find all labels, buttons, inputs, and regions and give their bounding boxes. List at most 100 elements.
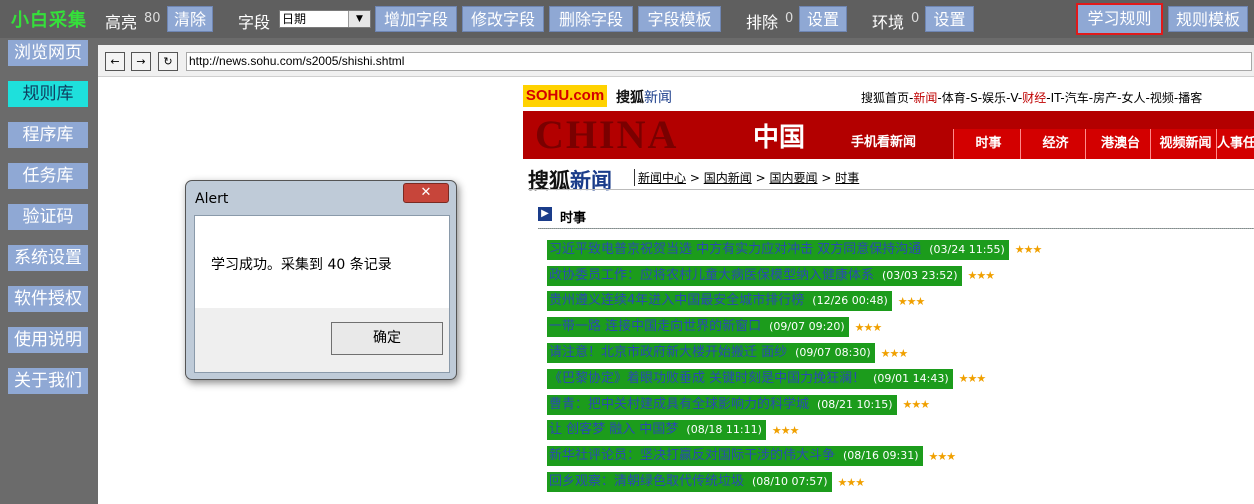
news-date: (09/07 09:20) bbox=[769, 320, 845, 334]
nav-link[interactable]: 女人 bbox=[1121, 91, 1145, 105]
highlight-count: 80 bbox=[144, 11, 161, 26]
rule-template-button[interactable]: 规则模板 bbox=[1168, 6, 1248, 32]
edit-field-button[interactable]: 修改字段 bbox=[462, 6, 544, 32]
breadcrumb: 新闻中心 > 国内新闻 > 国内要闻 > 时事 bbox=[634, 169, 859, 186]
sidebar-item-browse[interactable]: 浏览网页 bbox=[8, 40, 88, 66]
news-link[interactable]: 曹青：把中关村建成具有全球影响力的科学城 (08/21 10:15) bbox=[547, 394, 897, 415]
breadcrumb-link[interactable]: 国内要闻 bbox=[769, 171, 817, 185]
url-input[interactable]: http://news.sohu.com/s2005/shishi.shtml bbox=[186, 52, 1252, 71]
section-heading: 时事 bbox=[560, 211, 587, 226]
banner-zh-text: 中国 bbox=[753, 123, 806, 153]
close-icon[interactable]: ✕ bbox=[403, 183, 449, 203]
banner-tab[interactable]: 港澳台 bbox=[1085, 129, 1155, 159]
nav-link[interactable]: IT bbox=[1051, 91, 1061, 105]
alert-footer: 确定 bbox=[195, 308, 449, 372]
star-rating-icon: ★★★ bbox=[1014, 243, 1043, 257]
news-title: 请注意！北京市政府新大楼开始搬迁 面纱 bbox=[549, 345, 788, 361]
delete-field-button[interactable]: 删除字段 bbox=[549, 6, 633, 32]
sidebar-item-manual[interactable]: 使用说明 bbox=[8, 327, 88, 353]
breadcrumb-link[interactable]: 国内新闻 bbox=[704, 171, 752, 185]
list-item: 《巴黎协定》着眼功败垂成 关键时刻是中国力挽狂澜！ (09/01 14:43) ★★… bbox=[547, 366, 1041, 392]
nav-link[interactable]: 播客 bbox=[1178, 91, 1202, 105]
env-settings-button[interactable]: 设置 bbox=[925, 6, 974, 32]
refresh-icon[interactable]: ↻ bbox=[158, 52, 178, 71]
exclude-settings-button[interactable]: 设置 bbox=[799, 6, 847, 32]
news-date: (09/07 08:30) bbox=[795, 346, 871, 360]
news-link[interactable]: 贵州遵义连续4年进入中国最安全城市排行榜 (12/26 00:48) bbox=[547, 291, 892, 312]
breadcrumb-separator: > bbox=[689, 171, 700, 185]
clear-button[interactable]: 清除 bbox=[167, 6, 213, 32]
learn-rules-button[interactable]: 学习规则 bbox=[1076, 3, 1163, 35]
nav-link[interactable]: S bbox=[970, 91, 978, 105]
nav-link[interactable]: V bbox=[1010, 91, 1018, 105]
banner-tab[interactable]: 视频新闻 bbox=[1150, 129, 1220, 159]
sohu-logo[interactable]: SOHU.com bbox=[523, 85, 607, 107]
nav-link[interactable]: 视频 bbox=[1150, 91, 1174, 105]
news-date: (03/24 11:55) bbox=[929, 242, 1005, 256]
sidebar-item-rules[interactable]: 规则库 bbox=[8, 81, 88, 107]
star-rating-icon: ★★★ bbox=[928, 449, 957, 463]
highlight-label: 高亮 bbox=[105, 13, 138, 32]
banner-tab[interactable]: 经济 bbox=[1020, 129, 1090, 159]
back-arrow-icon[interactable]: ← bbox=[105, 52, 125, 71]
news-date: (03/03 23:52) bbox=[882, 268, 958, 282]
sidebar-item-license[interactable]: 软件授权 bbox=[8, 286, 88, 312]
sidebar-item-settings[interactable]: 系统设置 bbox=[8, 245, 88, 271]
top-nav-links: 搜狐首页-新闻-体育-S-娱乐-V-财经-IT-汽车-房产-女人-视频-播客 bbox=[861, 91, 1203, 105]
chevron-down-icon[interactable]: ▼ bbox=[348, 11, 370, 27]
alert-body: 学习成功。采集到 40 条记录 确定 bbox=[194, 215, 450, 373]
news-link[interactable]: 《巴黎协定》着眼功败垂成 关键时刻是中国力挽狂澜！ (09/01 14:43) bbox=[547, 368, 953, 389]
news-date: (08/18 11:11) bbox=[686, 423, 762, 437]
alert-dialog: Alert ✕ 学习成功。采集到 40 条记录 确定 bbox=[185, 180, 457, 380]
nav-link[interactable]: 娱乐 bbox=[982, 91, 1006, 105]
news-link[interactable]: 新华社评论员：坚决打赢反对国际干涉的伟大斗争 (08/16 09:31) bbox=[547, 446, 923, 467]
sohu-news-prefix: 搜狐 bbox=[616, 90, 644, 106]
news-title: 让 创客梦 融入 中国梦 bbox=[549, 422, 679, 438]
banner-mobile-link[interactable]: 手机看新闻 bbox=[851, 131, 916, 150]
sohu-news-title[interactable]: 搜狐新闻 bbox=[616, 87, 672, 107]
news-link[interactable]: 让 创客梦 融入 中国梦 (08/18 11:11) bbox=[547, 420, 766, 441]
news-link[interactable]: 回乡观察：清朝绿色取代传统垃圾 (08/10 07:57) bbox=[547, 472, 832, 493]
star-rating-icon: ★★★ bbox=[854, 320, 883, 334]
forward-arrow-icon[interactable]: → bbox=[131, 52, 151, 71]
list-item: 曹青：把中关村建成具有全球影响力的科学城 (08/21 10:15) ★★★ bbox=[547, 392, 1041, 418]
star-rating-icon: ★★★ bbox=[771, 423, 800, 437]
sidebar-item-programs[interactable]: 程序库 bbox=[8, 122, 88, 148]
nav-link[interactable]: 搜狐首页 bbox=[861, 91, 909, 105]
nav-link[interactable]: 体育 bbox=[942, 91, 966, 105]
breadcrumb-separator: > bbox=[821, 171, 832, 185]
news-link[interactable]: 政协委员工作：应将农村儿童大病医保模型纳入健康体系 (03/03 23:52) bbox=[547, 265, 962, 286]
field-select-value: 日期 bbox=[282, 12, 307, 26]
news-link[interactable]: 习近平致电普京祝贺当选 中方有实力应对冲击 双方同意保持沟通 (03/24 11:… bbox=[547, 239, 1009, 260]
field-select[interactable]: 日期 ▼ bbox=[279, 10, 371, 28]
banner-tab[interactable]: 人事任 bbox=[1216, 129, 1254, 159]
nav-link[interactable]: 财经 bbox=[1022, 91, 1046, 105]
news-link[interactable]: 一带一路 连接中国走向世界的新窗口 (09/07 09:20) bbox=[547, 317, 849, 338]
sidebar-item-about[interactable]: 关于我们 bbox=[8, 368, 88, 394]
banner-china-text: CHINA bbox=[535, 112, 679, 157]
app-brand: 小白采集 bbox=[11, 10, 87, 31]
star-rating-icon: ★★★ bbox=[902, 398, 931, 412]
list-item: 政协委员工作：应将农村儿童大病医保模型纳入健康体系 (03/03 23:52) ★★… bbox=[547, 263, 1041, 289]
star-rating-icon: ★★★ bbox=[958, 372, 987, 386]
env-count: 0 bbox=[911, 11, 920, 26]
ok-button[interactable]: 确定 bbox=[331, 322, 443, 355]
news-link[interactable]: 请注意！北京市政府新大楼开始搬迁 面纱 (09/07 08:30) bbox=[547, 343, 875, 364]
list-item: 让 创客梦 融入 中国梦 (08/18 11:11) ★★★ bbox=[547, 418, 1041, 444]
star-rating-icon: ★★★ bbox=[837, 475, 866, 489]
nav-link[interactable]: 汽车 bbox=[1065, 91, 1089, 105]
breadcrumb-link[interactable]: 新闻中心 bbox=[638, 171, 686, 185]
banner-tab[interactable]: 时事 bbox=[953, 129, 1023, 159]
news-title: 新华社评论员：坚决打赢反对国际干涉的伟大斗争 bbox=[549, 448, 836, 464]
sidebar-item-captcha[interactable]: 验证码 bbox=[8, 204, 88, 230]
breadcrumb-link[interactable]: 时事 bbox=[835, 171, 859, 185]
field-template-button[interactable]: 字段模板 bbox=[638, 6, 721, 32]
news-title: 一带一路 连接中国走向世界的新窗口 bbox=[549, 319, 762, 335]
sidebar-item-tasks[interactable]: 任务库 bbox=[8, 163, 88, 189]
add-field-button[interactable]: 增加字段 bbox=[375, 6, 457, 32]
nav-link[interactable]: 房产 bbox=[1093, 91, 1117, 105]
list-item: 一带一路 连接中国走向世界的新窗口 (09/07 09:20) ★★★ bbox=[547, 314, 1041, 340]
nav-link[interactable]: 新闻 bbox=[913, 91, 937, 105]
arrow-right-icon: ▶ bbox=[538, 207, 552, 221]
field-label: 字段 bbox=[238, 13, 271, 32]
